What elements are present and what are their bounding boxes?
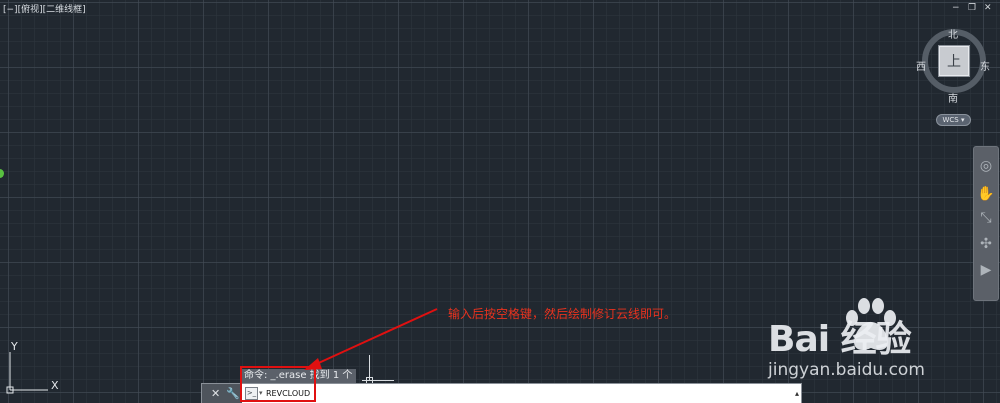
viewport-controls-label[interactable]: [−][俯视][二维线框] — [3, 2, 86, 15]
minimize-icon[interactable]: − — [952, 3, 960, 13]
compass-north[interactable]: 北 — [948, 26, 958, 41]
compass-east[interactable]: 东 — [980, 58, 990, 73]
baidu-watermark: Bai 经验 jingyan.baidu.com — [768, 296, 1000, 400]
ucs-y-label: Y — [11, 340, 18, 353]
annotation-text: 输入后按空格键，然后绘制修订云线即可。 — [448, 307, 677, 321]
zoom-extents-icon[interactable]: ⤡ — [977, 209, 995, 227]
restore-icon[interactable]: ❐ — [968, 3, 976, 13]
compass-south[interactable]: 南 — [948, 90, 958, 105]
close-icon[interactable]: ✕ — [984, 3, 992, 13]
grip-marker — [0, 169, 4, 178]
orbit-icon[interactable]: ✣ — [977, 235, 995, 253]
viewcube-top-face[interactable]: 上 — [939, 46, 969, 76]
wrench-icon[interactable]: 🔧 — [226, 384, 240, 403]
viewcube[interactable]: 上 北 南 东 西 WCS ▾ — [912, 22, 998, 126]
drawing-canvas[interactable]: [−][俯视][二维线框] − ❐ ✕ 上 北 南 东 西 WCS ▾ ◎ ✋ … — [0, 0, 1000, 403]
watermark-brand: Bai 经验 — [768, 319, 912, 360]
wcs-menu-button[interactable]: WCS ▾ — [936, 114, 971, 126]
showmotion-icon[interactable]: ▶ — [977, 261, 995, 279]
compass-west[interactable]: 西 — [916, 58, 926, 73]
close-command-line-icon[interactable]: ✕ — [211, 384, 220, 403]
watermark-url: jingyan.baidu.com — [768, 360, 925, 380]
navigation-bar: ◎ ✋ ⤡ ✣ ▶ — [973, 146, 999, 301]
steering-wheel-icon[interactable]: ◎ — [977, 157, 995, 175]
highlight-box — [240, 366, 316, 402]
pan-hand-icon[interactable]: ✋ — [977, 185, 995, 203]
ucs-x-label: X — [51, 379, 59, 392]
command-line-grip[interactable]: ✕ 🔧 — [202, 384, 242, 403]
